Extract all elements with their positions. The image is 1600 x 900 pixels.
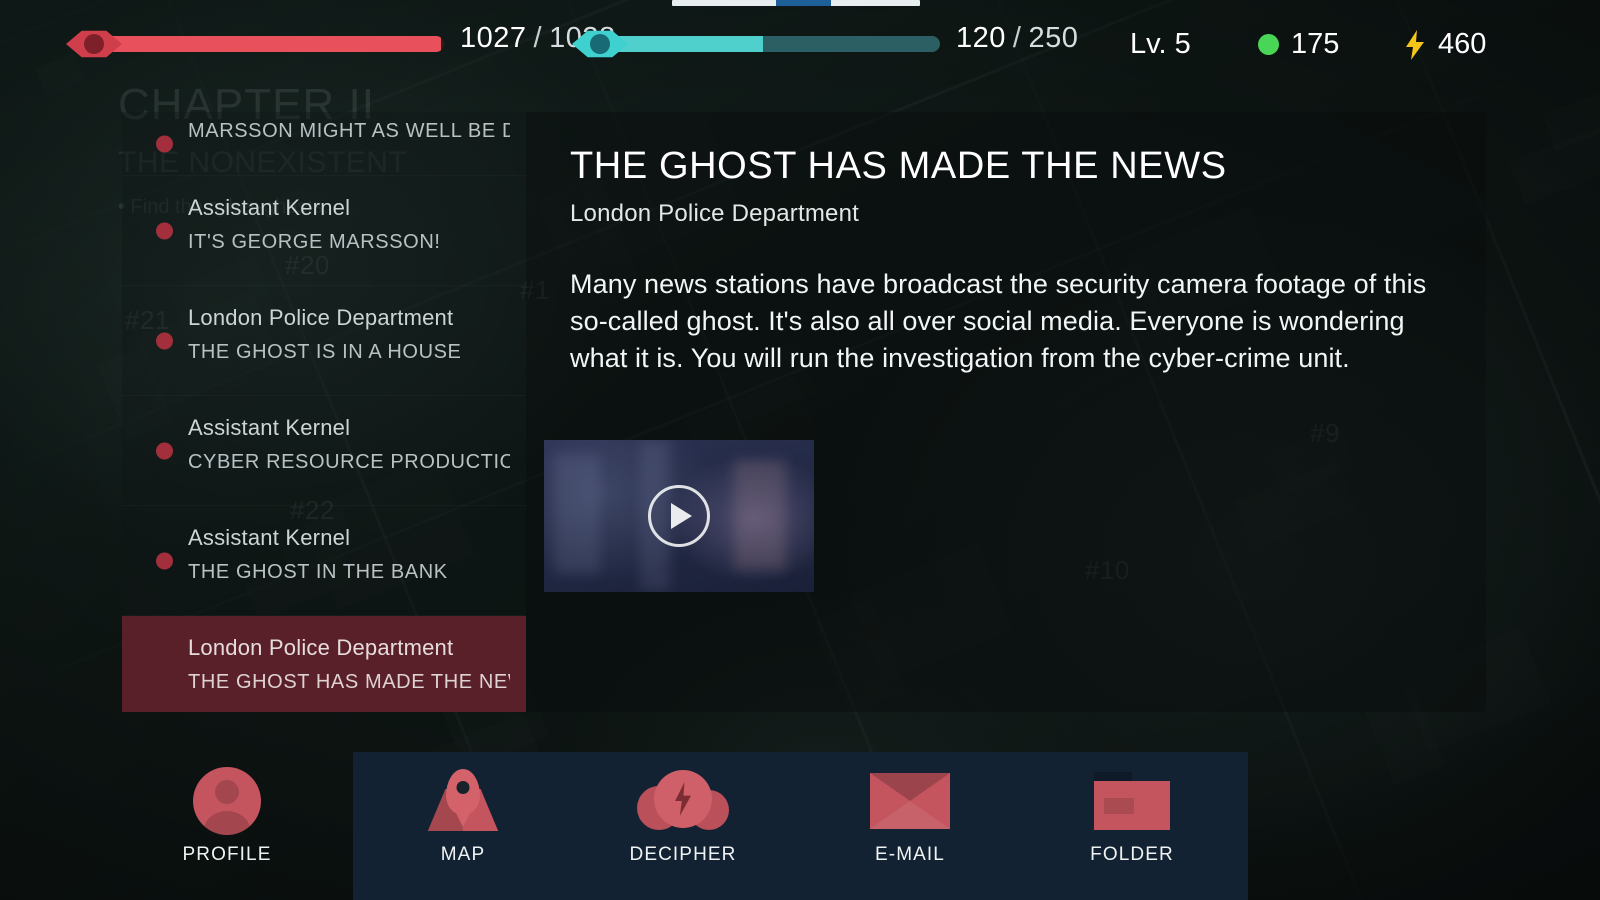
credits-indicator: 175 [1258, 28, 1339, 61]
credits-value: 175 [1291, 28, 1340, 60]
decipher-cloud-icon [635, 764, 731, 838]
nav-label-email: E-MAIL [875, 844, 945, 865]
power-value: 460 [1438, 28, 1487, 60]
eye-icon [66, 29, 122, 59]
game-screen: #20 #21 #22 #9 #10 #1 CHAPTER II THE NON… [0, 0, 1600, 900]
nav-item-map[interactable]: MAP [388, 752, 538, 882]
health-bar: 1027/1038 [66, 22, 615, 58]
unread-dot-icon [156, 332, 173, 349]
message-sender-name: Assistant Kernel [188, 415, 351, 440]
message-body: Many news stations have broadcast the se… [570, 268, 1427, 374]
mail-icon [870, 764, 950, 838]
unread-dot-icon [156, 135, 173, 152]
profile-icon [193, 764, 261, 838]
energy-current: 120 [956, 22, 1006, 54]
level-indicator: Lv. 5 [1130, 28, 1191, 61]
message-list-item[interactable]: Assistant Kernel IT'S GEORGE MARSSON! [122, 176, 526, 286]
health-current: 1027 [460, 22, 527, 54]
message-subject: THE GHOST HAS MADE THE NEWS [188, 670, 510, 693]
health-bar-track [94, 36, 444, 52]
energy-bar-track [600, 36, 940, 52]
nav-item-decipher[interactable]: DECIPHER [608, 752, 758, 882]
eye-icon [572, 29, 628, 59]
nav-item-profile[interactable]: PROFILE [152, 752, 302, 882]
folder-icon [1094, 764, 1170, 838]
top-progress-sliver [672, 0, 920, 6]
power-indicator: 460 [1404, 28, 1486, 61]
message-subject: THE GHOST IS IN A HOUSE [188, 340, 462, 363]
message-reader-panel: THE GHOST HAS MADE THE NEWS London Polic… [526, 112, 1486, 712]
nav-label-decipher: DECIPHER [629, 844, 737, 865]
message-subject: CYBER RESOURCE PRODUCTION … [188, 450, 510, 473]
green-dot-icon [1258, 34, 1279, 55]
nav-item-folder[interactable]: FOLDER [1057, 752, 1207, 882]
video-attachment-thumbnail[interactable] [544, 440, 814, 592]
health-separator: / [533, 22, 543, 54]
nav-label-map: MAP [440, 844, 486, 865]
message-sender-name: Assistant Kernel [188, 525, 351, 550]
message-list-item[interactable]: MARSSON MIGHT AS WELL BE DE… [122, 112, 526, 176]
play-triangle-icon [671, 503, 692, 529]
energy-separator: / [1012, 22, 1022, 54]
unread-dot-icon [156, 222, 173, 239]
message-list-panel[interactable]: MARSSON MIGHT AS WELL BE DE… Assistant Ke… [122, 112, 526, 712]
energy-bar: 120/250 [572, 22, 1078, 58]
health-bar-fill [94, 36, 441, 52]
map-icon [419, 764, 507, 838]
unread-dot-icon [156, 442, 173, 459]
nav-label-profile: PROFILE [182, 844, 272, 865]
top-progress-sliver-fill [776, 0, 831, 6]
message-list-item[interactable]: Assistant Kernel CYBER RESOURCE PRODUCTIO… [122, 396, 526, 506]
message-sender-name: London Police Department [188, 635, 454, 660]
play-button[interactable] [648, 485, 710, 547]
message-sender: London Police Department [570, 199, 859, 227]
nav-label-folder: FOLDER [1090, 844, 1174, 865]
nav-item-email[interactable]: E-MAIL [835, 752, 985, 882]
message-sender-name: Assistant Kernel [188, 195, 351, 220]
message-subject: MARSSON MIGHT AS WELL BE DE… [188, 120, 510, 142]
energy-max: 250 [1028, 22, 1079, 54]
message-list-item[interactable]: Assistant Kernel THE GHOST IN THE BANK [122, 506, 526, 616]
message-list-item[interactable]: London Police Department THE GHOST IS IN … [122, 286, 526, 396]
message-subject: THE GHOST IN THE BANK [188, 560, 448, 583]
energy-value: 120/250 [956, 22, 1078, 55]
lightning-bolt-icon [1404, 29, 1426, 60]
message-title: THE GHOST HAS MADE THE NEWS [570, 145, 1227, 187]
message-list-item[interactable]: London Police Department THE GHOST HAS MA… [122, 616, 526, 712]
unread-dot-icon [156, 552, 173, 569]
message-sender-name: London Police Department [188, 305, 454, 330]
message-subject: IT'S GEORGE MARSSON! [188, 230, 441, 253]
level-label: Lv. 5 [1130, 28, 1191, 60]
